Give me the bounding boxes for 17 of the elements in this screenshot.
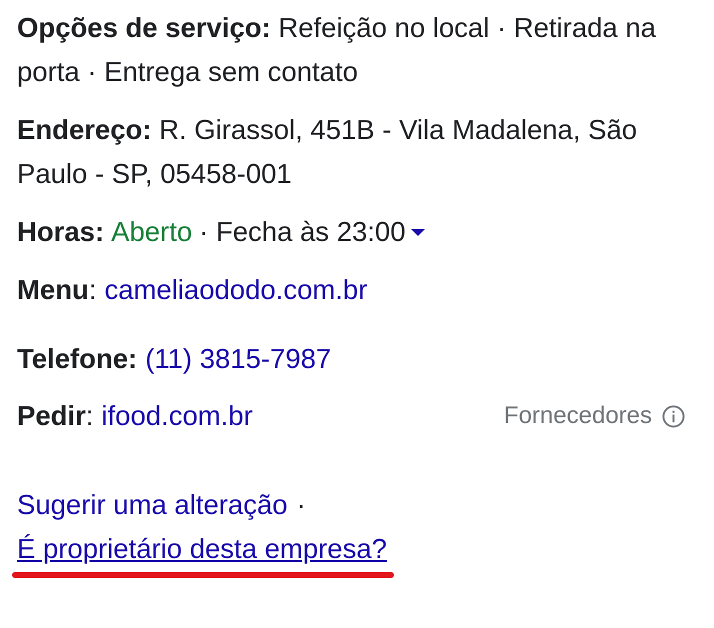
info-icon[interactable] [662,404,685,428]
service-options-text: Opções de serviço: Refeição no local · Retirada na porta · Entrega sem contato [17,11,657,89]
suggest-edit-link[interactable]: Sugerir uma alteração [17,483,288,527]
address-text: Endereço: R. Girassol, 451B - Vila Madalena, São Paulo - SP, 05458-001 [17,113,638,191]
order-link[interactable]: ifood.com.br [101,394,253,438]
caret-icon[interactable] [410,228,425,236]
owner-claim-link[interactable]: É proprietário desta empresa? [17,527,387,571]
open-status: Aberto [111,215,192,249]
closing-time: · Fecha às 23:00 [199,215,406,249]
phone-label: Telefone: [17,342,138,376]
hours-label: Horas: [17,215,104,249]
providers-label: Fornecedores [504,401,652,431]
dot-separator: · [296,488,306,522]
order-label: Pedir: [17,399,94,433]
menu-link[interactable]: cameliaododo.com.br [104,268,368,312]
menu-label: Menu: [17,273,96,307]
phone-link[interactable]: (11) 3815-7987 [145,337,332,381]
